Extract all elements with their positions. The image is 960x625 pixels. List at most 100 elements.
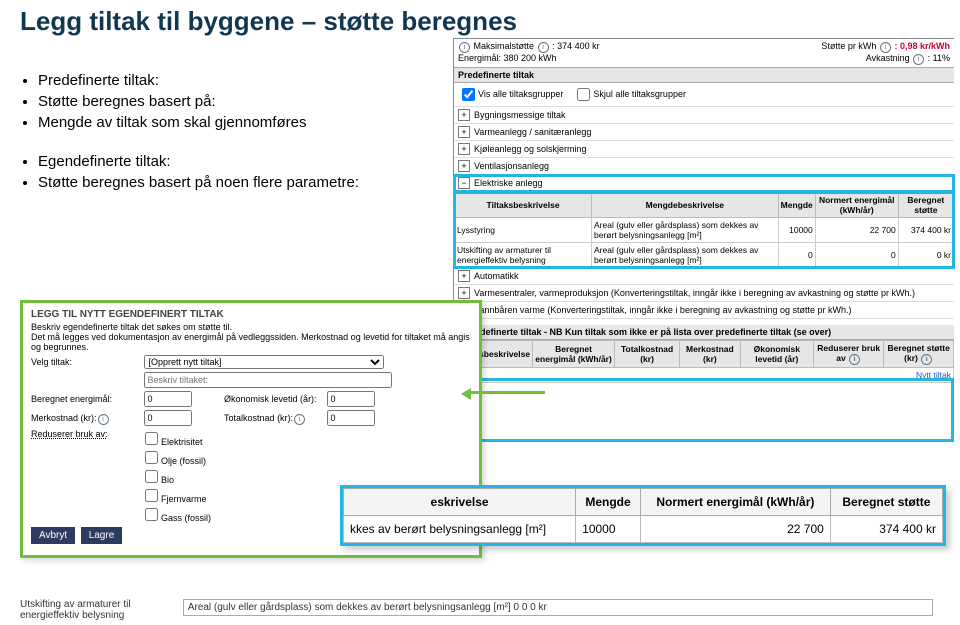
modal-sub1: Beskriv egendefinerte tiltak det søkes o… <box>31 322 471 332</box>
modal-sub2: Det må legges ved dokumentasjon av energ… <box>31 332 471 352</box>
cell: Areal (gulv eller gårdsplass) som dekkes… <box>592 243 779 268</box>
beregnet-label: Beregnet energimål: <box>31 394 141 404</box>
velg-tiltak-label: Velg tiltak: <box>31 357 141 367</box>
chk-bio[interactable]: Bio <box>141 475 174 485</box>
vis-alle-checkbox[interactable] <box>462 88 475 101</box>
cell: 374 400 kr <box>898 218 953 243</box>
cell: 0 kr <box>898 243 953 268</box>
info-icon: i <box>459 42 470 53</box>
th-stotte: Beregnet støtte <box>898 193 953 218</box>
toggle-all-row: Vis alle tiltaksgrupper Skjul alle tilta… <box>454 83 954 107</box>
table-row: Utskifting av armaturer til energieffekt… <box>455 243 954 268</box>
beregnet-input[interactable] <box>144 391 192 407</box>
bottom-rest: Areal (gulv eller gårdsplass) som dekkes… <box>183 599 933 616</box>
table-row: Nytt tiltak <box>455 368 954 383</box>
info-icon: i <box>880 42 891 53</box>
nytt-tiltak-link[interactable]: Nytt tiltak <box>916 370 951 380</box>
velg-tiltak-select[interactable]: [Opprett nytt tiltak] <box>144 355 384 369</box>
table-row: Lysstyring Areal (gulv eller gårdsplass)… <box>455 218 954 243</box>
group-kjole[interactable]: +Kjøleanlegg og solskjerming <box>454 141 954 158</box>
merkostnad-label: Merkostnad (kr):i <box>31 413 141 425</box>
group-vannbaren[interactable]: +Vannbåren varme (Konverteringstiltak, i… <box>454 302 954 319</box>
beskriv-tiltak-input[interactable] <box>144 372 392 388</box>
minus-icon: − <box>458 177 470 189</box>
cell: 0 <box>815 243 898 268</box>
group-bygg[interactable]: +Bygningsmessige tiltak <box>454 107 954 124</box>
zoom-th3: Normert energimål (kWh/år) <box>640 489 830 516</box>
app-panel: i Maksimalstøtte i : 374 400 kr Energimå… <box>453 38 954 383</box>
cell: Areal (gulv eller gårdsplass) som dekkes… <box>592 218 779 243</box>
oklevetid-input[interactable] <box>327 391 375 407</box>
b1: Predefinerte tiltak: <box>38 72 420 89</box>
b3: Mengde av tiltak som skal gjennomføres <box>38 114 420 131</box>
cell: 22 700 <box>640 516 830 543</box>
avkast-lbl: Avkastning <box>866 53 910 63</box>
table-row: kkes av berørt belysningsanlegg [m²] 100… <box>344 516 943 543</box>
arrow-icon <box>465 391 545 394</box>
plus-icon: + <box>458 270 470 282</box>
eg-th5: Økonomisk levetid (år) <box>740 341 813 368</box>
plus-icon: + <box>458 160 470 172</box>
reduserer-checkboxes: Elektrisitet Olje (fossil) Bio Fjernvarm… <box>141 429 211 524</box>
plus-icon: + <box>458 126 470 138</box>
group-elektr[interactable]: −Elektriske anlegg <box>454 175 954 192</box>
chk-olje[interactable]: Olje (fossil) <box>141 456 206 466</box>
b2: Støtte beregnes basert på: <box>38 93 420 110</box>
maxstotte-label: Maksimalstøtte <box>474 41 535 51</box>
avbryt-button[interactable]: Avbryt <box>31 527 75 544</box>
skjul-alle[interactable]: Skjul alle tiltaksgrupper <box>573 89 686 99</box>
cell-mengde[interactable]: 10000 <box>778 218 815 243</box>
th-tiltak: Tiltaksbeskrivelse <box>455 193 592 218</box>
zoom-th4: Beregnet støtte <box>830 489 942 516</box>
eg-th6: Reduserer bruk av i <box>813 341 883 368</box>
stottepr-lbl: Støtte pr kWh <box>821 41 876 51</box>
plus-icon: + <box>458 143 470 155</box>
bottom-first: Utskifting av armaturer til energieffekt… <box>20 599 180 621</box>
group-varmesentral[interactable]: +Varmesentraler, varmeproduksjon (Konver… <box>454 285 954 302</box>
energimal: Energimål: 380 200 kWh <box>458 53 557 63</box>
cell: 10000 <box>576 516 641 543</box>
b4: Egendefinerte tiltak: <box>38 153 420 170</box>
group-varme[interactable]: +Varmeanlegg / sanitæranlegg <box>454 124 954 141</box>
elektr-table: Tiltaksbeskrivelse Mengdebeskrivelse Men… <box>454 192 954 268</box>
skjul-alle-checkbox[interactable] <box>577 88 590 101</box>
cell: 22 700 <box>815 218 898 243</box>
cell: 374 400 kr <box>830 516 942 543</box>
stottepr-val: : 0,98 kr/kWh <box>894 41 950 51</box>
oklevetid-label: Økonomisk levetid (år): <box>224 394 324 404</box>
page-title: Legg tiltak til byggene – støtte beregne… <box>0 0 960 41</box>
info-icon: i <box>849 354 860 365</box>
info-icon: i <box>98 414 109 425</box>
slide-body: Predefinerte tiltak: Støtte beregnes bas… <box>20 68 420 195</box>
chk-elektrisitet[interactable]: Elektrisitet <box>141 437 203 447</box>
chk-fjernvarme[interactable]: Fjernvarme <box>141 494 207 504</box>
info-icon: i <box>538 42 549 53</box>
zoom-th1: eskrivelse <box>344 489 576 516</box>
predef-section-label: Predefinerte tiltak <box>454 68 954 83</box>
eg-th2: Beregnet energimål (kWh/år) <box>533 341 615 368</box>
egendef-table: Tiltaksbeskrivelse Beregnet energimål (k… <box>454 340 954 383</box>
group-auto[interactable]: +Automatikk <box>454 268 954 285</box>
totalkostnad-input[interactable] <box>327 410 375 426</box>
eg-th7: Beregnet støtte (kr) i <box>884 341 954 368</box>
panel-header: i Maksimalstøtte i : 374 400 kr Energimå… <box>454 39 954 68</box>
vis-alle[interactable]: Vis alle tiltaksgrupper <box>458 89 563 99</box>
cell: Utskifting av armaturer til energieffekt… <box>455 243 592 268</box>
bottom-row: Utskifting av armaturer til energieffekt… <box>20 599 940 621</box>
highlight-box <box>448 378 954 442</box>
zoom-callout: eskrivelse Mengde Normert energimål (kWh… <box>340 485 946 546</box>
group-vent[interactable]: +Ventilasjonsanlegg <box>454 158 954 175</box>
modal-title: LEGG TIL NYTT EGENDEFINERT TILTAK <box>31 309 471 320</box>
chk-gass[interactable]: Gass (fossil) <box>141 513 211 523</box>
plus-icon: + <box>458 109 470 121</box>
egendef-section-label: Egendefinerte tiltak - NB Kun tiltak som… <box>454 325 954 340</box>
cell: Lysstyring <box>455 218 592 243</box>
eg-th3: Totalkostnad (kr) <box>615 341 680 368</box>
lagre-button[interactable]: Lagre <box>81 527 123 544</box>
th-norm: Normert energimål (kWh/år) <box>815 193 898 218</box>
b5: Støtte beregnes basert på noen flere par… <box>38 174 420 191</box>
eg-th4: Merkostnad (kr) <box>680 341 741 368</box>
avkast-val: : 11% <box>928 53 950 63</box>
cell-mengde[interactable]: 0 <box>778 243 815 268</box>
merkostnad-input[interactable] <box>144 410 192 426</box>
